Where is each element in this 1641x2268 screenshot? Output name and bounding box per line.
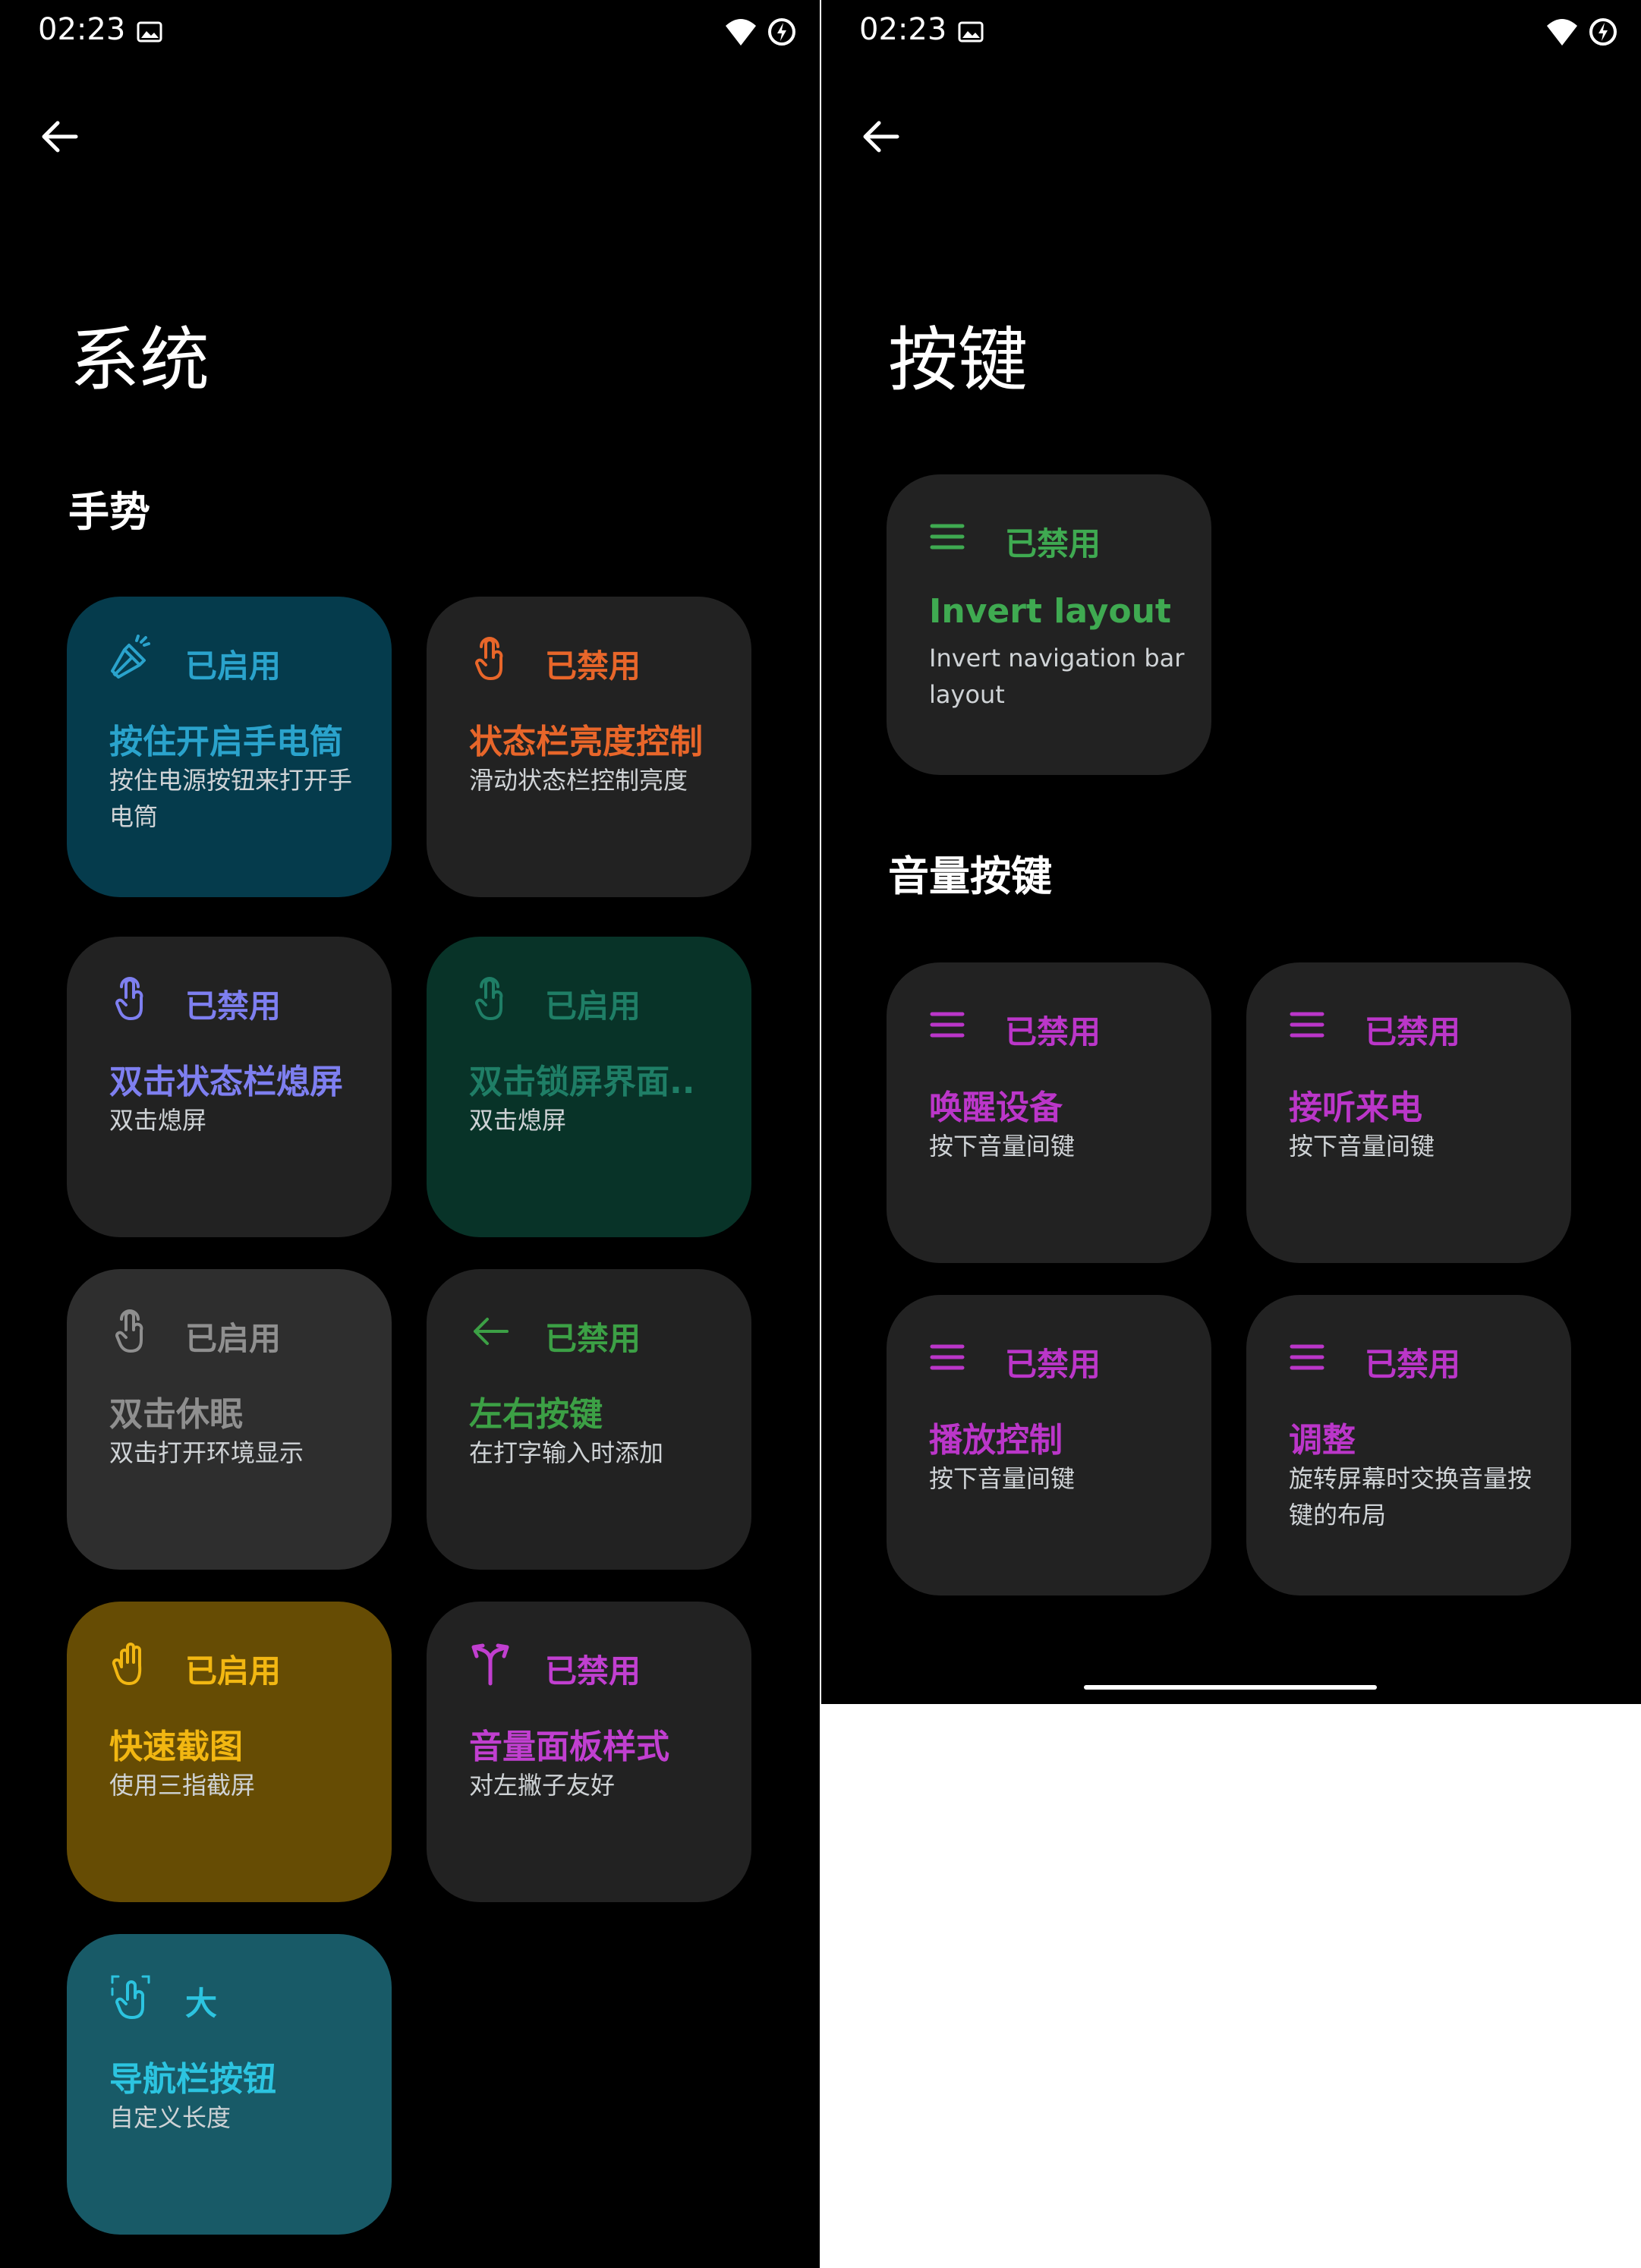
arrow-left-icon	[474, 1318, 509, 1345]
gesture-tile-8[interactable]: 大导航栏按钮自定义长度	[67, 1934, 392, 2235]
gallery-icon	[137, 21, 162, 43]
tile-title: 双击锁屏界面..	[469, 1063, 695, 1101]
gesture-tile-3[interactable]: 已启用双击锁屏界面.. 双击熄屏	[427, 937, 751, 1237]
tile-subtitle: 在打字输入时添加	[469, 1438, 664, 1467]
tile-title: 快速截图	[109, 1728, 243, 1766]
gesture-tile-1[interactable]: 已禁用状态栏亮度控制滑动状态栏控制亮度	[427, 597, 751, 897]
wifi-icon	[726, 19, 756, 46]
split-arrows-icon	[471, 1643, 509, 1686]
tile-title: 音量面板样式	[469, 1728, 669, 1766]
tile-status: 已启用	[185, 1320, 282, 1357]
tile-status: 已禁用	[545, 647, 641, 685]
gesture-tile-0[interactable]: 已启用按住开启手电筒按住电源按钮来打开手电筒	[67, 597, 392, 897]
page-title: 系统	[70, 320, 210, 401]
status-bar: 02:23	[821, 0, 1641, 65]
menu-icon	[1290, 1344, 1324, 1370]
touch-icon	[115, 977, 143, 1020]
tile-subtitle: 自定义长度	[109, 2103, 232, 2132]
key-tile-2[interactable]: 已禁用接听来电按下音量间键	[1246, 962, 1571, 1263]
menu-icon	[930, 1012, 965, 1038]
tile-title: 按住开启手电筒	[109, 723, 343, 761]
tile-subtitle: 按下音量间键	[929, 1132, 1076, 1161]
tile-subtitle: 按住电源按钮来打开手电筒	[109, 766, 353, 831]
tile-status: 已禁用	[1365, 1013, 1461, 1051]
key-tile-4[interactable]: 已禁用调整旋转屏幕时交换音量按键的布局	[1246, 1295, 1571, 1595]
gesture-tile-2[interactable]: 已禁用双击状态栏熄屏双击熄屏	[67, 937, 392, 1237]
tile-status: 已禁用	[545, 1320, 641, 1357]
tile-subtitle: 双击熄屏	[109, 1106, 207, 1135]
menu-icon	[930, 1344, 965, 1370]
tile-subtitle: 按下音量间键	[1289, 1132, 1435, 1161]
tile-title: 唤醒设备	[929, 1088, 1063, 1127]
tile-title: 调整	[1289, 1421, 1356, 1460]
touch-icon	[115, 1309, 143, 1353]
tile-status: 已禁用	[185, 988, 282, 1025]
back-arrow-icon[interactable]	[36, 114, 82, 159]
flashlight-icon	[111, 635, 150, 679]
page-title: 按键	[888, 320, 1028, 401]
buttons-screen: 02:23 按键 音量按键 已禁用 Invert layout Invert nav…	[821, 0, 1641, 1704]
tile-title: 左右按键	[469, 1395, 603, 1434]
tile-title: 双击状态栏熄屏	[109, 1063, 343, 1101]
wifi-icon	[1547, 19, 1577, 46]
key-tile-0[interactable]: 已禁用 Invert layout Invert navigation bar la…	[887, 474, 1211, 775]
tile-subtitle: 双击打开环境显示	[109, 1438, 304, 1467]
tile-subtitle: 滑动状态栏控制亮度	[469, 766, 688, 795]
tile-subtitle: 旋转屏幕时交换音量按键的布局	[1289, 1464, 1532, 1529]
menu-icon	[1290, 1012, 1324, 1038]
tile-title: 接听来电	[1289, 1088, 1422, 1127]
tile-status: 已启用	[545, 988, 641, 1025]
tile-status: 已启用	[185, 647, 282, 685]
section-title-gestures: 手势	[68, 488, 150, 536]
key-tile-3[interactable]: 已禁用播放控制按下音量间键	[887, 1295, 1211, 1595]
battery-saver-icon	[1589, 18, 1617, 46]
tile-status: 已禁用	[1005, 525, 1101, 562]
tile-status: 已禁用	[545, 1652, 641, 1690]
status-bar: 02:23	[0, 0, 820, 65]
tile-title: 双击休眠	[109, 1395, 243, 1434]
tap-icon	[111, 1975, 150, 2019]
menu-icon	[930, 524, 965, 550]
tile-subtitle: Invert navigation bar layout	[929, 644, 1185, 709]
gesture-tile-7[interactable]: 已禁用音量面板样式对左撇子友好	[427, 1602, 751, 1902]
tile-title: Invert layout	[929, 592, 1171, 631]
tile-status: 已禁用	[1365, 1346, 1461, 1383]
tile-title: 播放控制	[929, 1421, 1063, 1460]
gesture-tile-5[interactable]: 已禁用左右按键在打字输入时添加	[427, 1269, 751, 1570]
tile-subtitle: 双击熄屏	[469, 1106, 567, 1135]
gesture-tile-6[interactable]: 已启用快速截图使用三指截屏	[67, 1602, 392, 1902]
gesture-handle[interactable]	[1084, 1685, 1377, 1690]
touch-icon	[475, 637, 503, 680]
tile-status: 大	[185, 1985, 218, 2022]
gesture-tile-4[interactable]: 已启用双击休眠双击打开环境显示	[67, 1269, 392, 1570]
system-screen: 02:23 系统 手势 已启用 按住开启手电筒 按住电源按钮来打开手电筒 已禁用 状态栏…	[0, 0, 820, 2268]
hand-icon	[112, 1643, 142, 1685]
tile-title: 状态栏亮度控制	[469, 723, 703, 761]
key-tile-1[interactable]: 已禁用唤醒设备按下音量间键	[887, 962, 1211, 1263]
back-arrow-icon[interactable]	[858, 114, 903, 159]
section-title-volume-keys: 音量按键	[888, 852, 1052, 900]
gallery-icon	[958, 21, 984, 43]
tile-status: 已禁用	[1005, 1346, 1101, 1383]
tile-subtitle: 使用三指截屏	[109, 1771, 256, 1800]
touch-icon	[475, 977, 503, 1020]
tile-subtitle: 对左撇子友好	[469, 1771, 616, 1800]
tile-status: 已禁用	[1005, 1013, 1101, 1051]
tile-title: 导航栏按钮	[109, 2060, 276, 2099]
tile-status: 已启用	[185, 1652, 282, 1690]
status-time: 02:23	[38, 12, 126, 47]
status-time: 02:23	[859, 12, 947, 47]
tile-subtitle: 按下音量间键	[929, 1464, 1076, 1493]
battery-saver-icon	[768, 18, 795, 46]
